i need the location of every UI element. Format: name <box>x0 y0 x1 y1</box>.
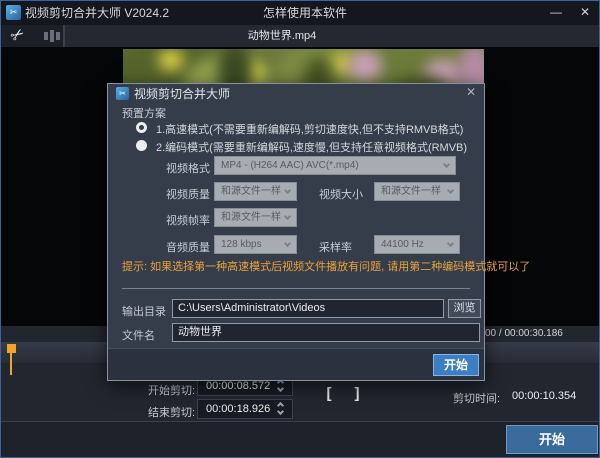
title-bar: ✂ 视频剪切合并大师 V2024.2 怎样使用本软件 — ✕ <box>1 1 599 25</box>
dialog-start-button[interactable]: 开始 <box>433 354 479 376</box>
output-dir-label: 输出目录 <box>122 303 166 319</box>
bottom-bar: 开始 <box>1 422 599 458</box>
radio-encode-mode[interactable] <box>136 140 147 151</box>
end-cut-spinner[interactable] <box>277 400 287 418</box>
spinner-down-icon[interactable] <box>277 385 284 392</box>
main-start-button[interactable]: 开始 <box>506 425 598 454</box>
video-format-dropdown[interactable]: MP4 - (H264 AAC) AVC(*.mp4) <box>214 156 456 175</box>
help-menu-link[interactable]: 怎样使用本软件 <box>263 1 347 25</box>
app-logo-icon: ✂ <box>6 5 21 20</box>
audio-quality-label: 音频质量 <box>166 239 210 255</box>
video-size-dropdown[interactable]: 和源文件一样 <box>374 182 460 201</box>
dialog-close-icon[interactable]: ✕ <box>466 85 476 99</box>
video-format-value: MP4 - (H264 AAC) AVC(*.mp4) <box>221 160 359 171</box>
chevron-down-icon <box>443 161 450 168</box>
frame-rate-value: 和源文件一样 <box>221 212 281 223</box>
browse-button[interactable]: 浏览 <box>448 299 481 318</box>
dialog-title: 视频剪切合并大师 <box>134 85 230 102</box>
end-cut-value: 00:00:18.926 <box>206 400 270 418</box>
video-quality-dropdown[interactable]: 和源文件一样 <box>214 182 297 201</box>
dialog-footer: 开始 <box>108 348 484 380</box>
start-cut-label: 开始剪切: <box>148 382 195 398</box>
video-size-label: 视频大小 <box>319 186 363 202</box>
sample-rate-label: 采样率 <box>319 239 352 255</box>
audio-quality-dropdown[interactable]: 128 kbps <box>214 235 297 254</box>
chevron-down-icon <box>284 213 291 220</box>
export-settings-dialog: ✂ 视频剪切合并大师 ✕ 预置方案 1.高速模式(不需要重新编解码,剪切速度快,… <box>107 83 485 381</box>
minimize-button[interactable]: — <box>544 1 568 25</box>
radio-fast-mode-label[interactable]: 1.高速模式(不需要重新编解码,剪切速度快,但不支持RMVB格式) <box>156 121 463 137</box>
mode-hint-text: 提示: 如果选择第一种高速模式后视频文件播放有问题, 请用第二种编码模式就可以了 <box>122 258 530 274</box>
window-title: 视频剪切合并大师 V2024.2 <box>25 1 169 25</box>
chevron-down-icon <box>447 240 454 247</box>
end-cut-label: 结束剪切: <box>148 404 195 420</box>
mark-start-bracket-button[interactable]: [ <box>319 385 339 402</box>
preset-section-label: 预置方案 <box>122 105 166 121</box>
radio-fast-mode[interactable] <box>136 122 147 133</box>
frame-rate-label: 视频帧率 <box>166 212 210 228</box>
video-format-label: 视频格式 <box>166 160 210 176</box>
cut-time-label: 剪切时间: <box>453 390 500 406</box>
app-window: ✂ 视频剪切合并大师 V2024.2 怎样使用本软件 — ✕ ✂ 动物世界.mp… <box>0 0 600 458</box>
chevron-down-icon <box>284 240 291 247</box>
frame-rate-dropdown[interactable]: 和源文件一样 <box>214 208 297 227</box>
file-name-input[interactable]: 动物世界 <box>172 323 480 342</box>
radio-encode-mode-label[interactable]: 2.编码模式(需要重新编解码,速度慢,但支持任意视频格式(RMVB) <box>156 139 467 155</box>
audio-quality-value: 128 kbps <box>221 239 262 250</box>
cut-time-value: 00:00:10.354 <box>512 390 576 402</box>
chevron-down-icon <box>284 187 291 194</box>
file-tab-label[interactable]: 动物世界.mp4 <box>65 25 499 47</box>
dialog-logo-icon: ✂ <box>116 87 129 100</box>
sample-rate-dropdown[interactable]: 44100 Hz <box>374 235 460 254</box>
playback-time-display: 00 / 00:00:30.186 <box>485 326 563 342</box>
spinner-down-icon[interactable] <box>277 408 284 415</box>
dialog-divider <box>122 288 470 289</box>
close-button[interactable]: ✕ <box>573 1 597 25</box>
file-name-label: 文件名 <box>122 327 155 343</box>
end-cut-input[interactable]: 00:00:18.926 <box>197 399 293 419</box>
video-quality-value: 和源文件一样 <box>221 186 281 197</box>
playhead-marker[interactable] <box>7 344 16 353</box>
video-size-value: 和源文件一样 <box>381 186 441 197</box>
sample-rate-value: 44100 Hz <box>381 239 424 250</box>
output-dir-input[interactable]: C:\Users\Administrator\Videos <box>172 299 444 318</box>
file-tab-strip: 动物世界.mp4 <box>63 25 599 47</box>
merge-tool-icon[interactable] <box>43 29 61 48</box>
chevron-down-icon <box>447 187 454 194</box>
mark-end-bracket-button[interactable]: ] <box>347 385 367 402</box>
video-quality-label: 视频质量 <box>166 186 210 202</box>
cut-tool-icon[interactable]: ✂ <box>6 23 28 47</box>
